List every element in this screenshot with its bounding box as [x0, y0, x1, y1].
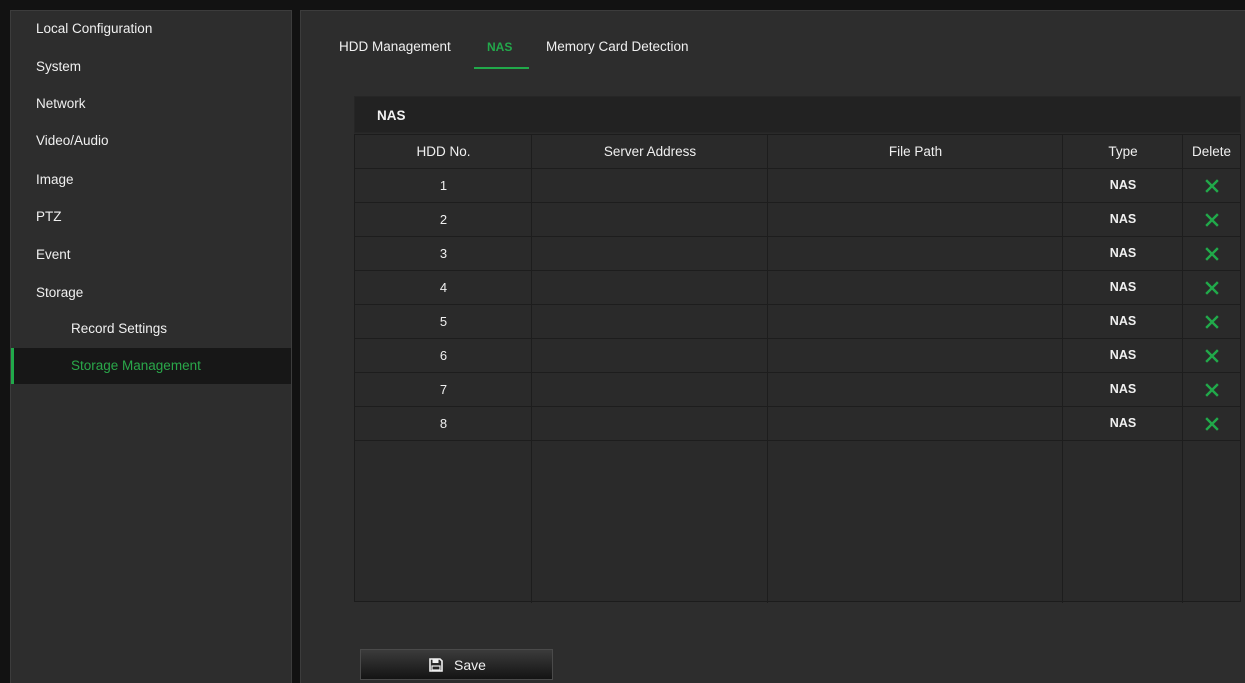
close-icon[interactable]	[1205, 281, 1219, 295]
cell-server-address	[532, 203, 768, 236]
sidebar-item-local-configuration[interactable]: Local Configuration	[11, 11, 291, 47]
close-icon[interactable]	[1205, 179, 1219, 193]
sidebar-item-image[interactable]: Image	[11, 162, 291, 198]
main-content: HDD Management NAS Memory Card Detection…	[300, 10, 1245, 683]
cell-file-path	[768, 339, 1063, 372]
app: Local Configuration System Network Video…	[0, 0, 1245, 683]
cell-type: NAS	[1109, 416, 1137, 430]
sidebar: Local Configuration System Network Video…	[10, 10, 292, 683]
table-row: 8 NAS	[355, 407, 1240, 441]
table-row: 1 NAS	[355, 169, 1240, 203]
cell-type: NAS	[1109, 212, 1137, 226]
cell-file-path	[768, 407, 1063, 440]
cell-hdd-no: 5	[439, 314, 448, 329]
cell-hdd-no: 8	[439, 416, 448, 431]
cell-hdd-no: 7	[439, 382, 448, 397]
cell-type: NAS	[1109, 382, 1137, 396]
sidebar-item-system[interactable]: System	[11, 49, 291, 85]
close-icon[interactable]	[1205, 247, 1219, 261]
sidebar-item-storage-management[interactable]: Storage Management	[11, 348, 291, 384]
cell-server-address	[532, 305, 768, 338]
cell-hdd-no: 6	[439, 348, 448, 363]
tab-memory-card-detection[interactable]: Memory Card Detection	[546, 39, 689, 59]
table-row: 3 NAS	[355, 237, 1240, 271]
tab-nas[interactable]: NAS	[487, 40, 512, 60]
cell-type: NAS	[1109, 246, 1137, 260]
cell-server-address	[532, 407, 768, 440]
cell-file-path	[768, 305, 1063, 338]
table-row: 6 NAS	[355, 339, 1240, 373]
save-label: Save	[454, 657, 486, 673]
cell-hdd-no: 3	[439, 246, 448, 261]
cell-file-path	[768, 373, 1063, 406]
nas-table: HDD No. Server Address File Path Type De…	[354, 134, 1241, 603]
cell-type: NAS	[1109, 348, 1137, 362]
close-icon[interactable]	[1205, 383, 1219, 397]
sidebar-item-ptz[interactable]: PTZ	[11, 199, 291, 235]
sidebar-item-event[interactable]: Event	[11, 237, 291, 273]
column-header-type: Type	[1063, 135, 1183, 169]
table-row: 7 NAS	[355, 373, 1240, 407]
cell-server-address	[532, 237, 768, 270]
cell-server-address	[532, 271, 768, 304]
tab-hdd-management[interactable]: HDD Management	[339, 39, 451, 59]
cell-file-path	[768, 169, 1063, 202]
cell-server-address	[532, 169, 768, 202]
sidebar-item-network[interactable]: Network	[11, 86, 291, 122]
close-icon[interactable]	[1205, 315, 1219, 329]
close-icon[interactable]	[1205, 213, 1219, 227]
table-row: 5 NAS	[355, 305, 1240, 339]
table-row: 2 NAS	[355, 203, 1240, 237]
column-header-file-path: File Path	[768, 135, 1063, 169]
cell-type: NAS	[1109, 280, 1137, 294]
sidebar-item-storage[interactable]: Storage	[11, 275, 291, 311]
table-row: 4 NAS	[355, 271, 1240, 305]
cell-server-address	[532, 373, 768, 406]
column-header-server-address: Server Address	[532, 135, 768, 169]
panel-header: NAS	[354, 96, 1241, 133]
cell-hdd-no: 2	[439, 212, 448, 227]
cell-type: NAS	[1109, 178, 1137, 192]
cell-file-path	[768, 237, 1063, 270]
cell-file-path	[768, 203, 1063, 236]
cell-hdd-no: 4	[439, 280, 448, 295]
active-tab-indicator	[474, 67, 529, 69]
cell-server-address	[532, 339, 768, 372]
save-button[interactable]: Save	[360, 649, 553, 680]
close-icon[interactable]	[1205, 349, 1219, 363]
sidebar-item-video-audio[interactable]: Video/Audio	[11, 123, 291, 159]
cell-hdd-no: 1	[439, 178, 448, 193]
column-header-hdd-no: HDD No.	[355, 135, 532, 169]
column-header-delete: Delete	[1183, 135, 1240, 169]
panel-title: NAS	[377, 108, 406, 123]
cell-file-path	[768, 271, 1063, 304]
save-icon	[429, 658, 443, 672]
cell-type: NAS	[1109, 314, 1137, 328]
close-icon[interactable]	[1205, 417, 1219, 431]
sidebar-item-record-settings[interactable]: Record Settings	[11, 311, 291, 347]
nas-panel: NAS HDD No. Server Address File Path Typ…	[354, 96, 1241, 603]
